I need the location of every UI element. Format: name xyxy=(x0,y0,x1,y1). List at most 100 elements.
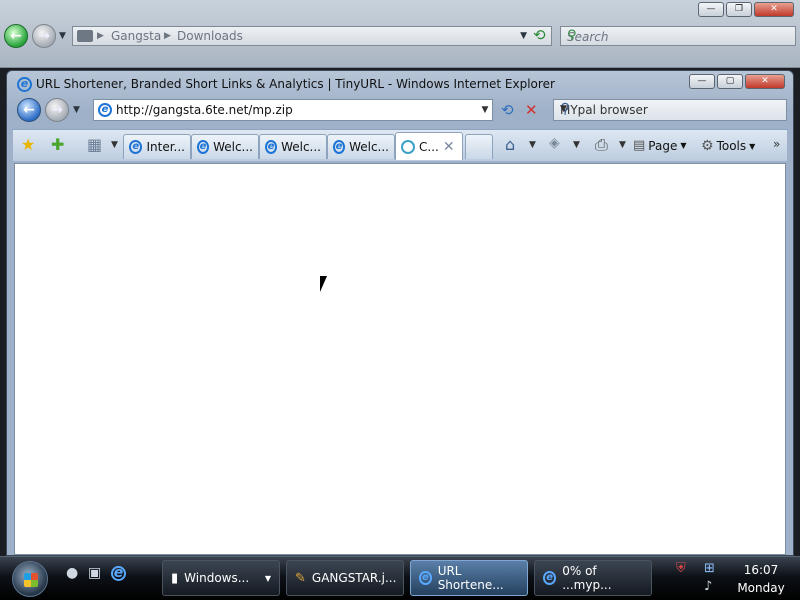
window-title: URL Shortener, Branded Short Links & Ana… xyxy=(36,77,555,91)
mouse-cursor-icon xyxy=(320,276,334,292)
ie-logo-icon: e xyxy=(543,571,557,585)
breadcrumb-separator-icon: ▶ xyxy=(97,31,104,41)
tab-welcome-3[interactable]: e Welc... xyxy=(327,134,395,159)
tab-label: Welc... xyxy=(349,140,389,154)
explorer-forward-button[interactable]: → xyxy=(32,24,56,48)
search-icon[interactable]: ⚲ xyxy=(567,28,789,43)
task-gangstar[interactable]: ✎ GANGSTAR.j... xyxy=(286,560,404,596)
tab-active-loading[interactable]: C... ✕ xyxy=(395,132,463,160)
tab-label: Inter... xyxy=(146,140,185,154)
breadcrumb-gangsta[interactable]: Gangsta xyxy=(111,29,161,43)
home-chevron-icon[interactable]: ▼ xyxy=(529,140,536,150)
tab-label: Welc... xyxy=(213,140,253,154)
ie-quicklaunch-icon[interactable]: e xyxy=(111,566,126,581)
explorer-address-bar[interactable]: ▶ Gangsta ▶ Downloads ▼ xyxy=(72,26,552,46)
ie-window: e URL Shortener, Branded Short Links & A… xyxy=(6,70,794,556)
tab-toolbar: ★ ✚ ▦ ▼ e Inter... e Welc... e Welc... e… xyxy=(13,129,787,161)
ie-logo-icon: e xyxy=(419,571,432,585)
start-button[interactable] xyxy=(12,561,48,597)
ie-back-button[interactable]: ← xyxy=(17,98,41,122)
feeds-chevron-icon[interactable]: ▼ xyxy=(573,140,580,150)
page-icon: ▤ xyxy=(633,138,646,153)
task-download-progress[interactable]: e 0% of ...myp... xyxy=(534,560,652,596)
address-dropdown-icon[interactable]: ▼ xyxy=(520,31,527,41)
task-label: 0% of ...myp... xyxy=(562,564,612,592)
breadcrumb-separator-icon: ▶ xyxy=(164,31,171,41)
tab-internet[interactable]: e Inter... xyxy=(123,134,191,159)
page-content[interactable] xyxy=(14,163,786,555)
search-options-icon[interactable]: ▼ xyxy=(560,104,783,114)
tab-welcome-1[interactable]: e Welc... xyxy=(191,134,259,159)
explorer-history-chevron-icon[interactable]: ▼ xyxy=(59,31,66,41)
tab-label: C... xyxy=(419,139,439,154)
refresh-icon[interactable]: ⟲ xyxy=(533,26,546,44)
ie-forward-button[interactable]: → xyxy=(45,98,69,122)
tab-ie-icon: e xyxy=(197,140,210,154)
ie-title-bar: e URL Shortener, Branded Short Links & A… xyxy=(17,76,555,92)
folder-icon xyxy=(77,30,93,42)
favorites-star-icon[interactable]: ★ xyxy=(21,135,35,154)
explorer-search-box[interactable]: Search ⚲ xyxy=(560,26,796,46)
print-chevron-icon[interactable]: ▼ xyxy=(619,140,626,150)
system-clock[interactable]: 16:07 Monday xyxy=(730,561,792,597)
home-icon[interactable]: ⌂ xyxy=(505,135,515,154)
show-desktop-icon[interactable]: ● xyxy=(66,565,78,581)
chevron-down-icon: ▼ xyxy=(749,141,756,151)
print-icon[interactable]: ⎙ xyxy=(595,135,608,155)
image-file-icon: ✎ xyxy=(295,570,306,586)
explorer-nav-bar: ← → ▼ ▶ Gangsta ▶ Downloads ▼ ⟲ Search ⚲ xyxy=(0,22,800,50)
explorer-minimize-button[interactable]: — xyxy=(698,2,724,17)
tab-welcome-2[interactable]: e Welc... xyxy=(259,134,327,159)
breadcrumb-downloads[interactable]: Downloads xyxy=(177,29,243,43)
task-label: URL Shortene... xyxy=(437,564,504,592)
quick-tabs-icon[interactable]: ▦ xyxy=(87,135,102,154)
clock-day: Monday xyxy=(737,581,785,595)
address-bar[interactable]: e http://gangsta.6te.net/mp.zip ▼ xyxy=(93,99,493,121)
explorer-close-button[interactable]: ✕ xyxy=(754,2,794,17)
tab-ie-icon: e xyxy=(129,140,143,154)
stop-icon[interactable]: ✕ xyxy=(525,101,538,119)
tools-menu-label: Tools xyxy=(716,139,747,153)
feeds-icon[interactable]: ◈ xyxy=(549,135,560,151)
task-label: Windows... xyxy=(184,571,250,585)
ie-caption-buttons: — ▢ ✕ xyxy=(689,74,785,89)
ie-minimize-button[interactable]: — xyxy=(689,74,715,89)
ie-logo-icon: e xyxy=(17,76,32,92)
tab-label: Welc... xyxy=(281,140,321,154)
ie-maximize-button[interactable]: ▢ xyxy=(717,74,743,89)
chevron-down-icon: ▼ xyxy=(680,141,687,150)
loading-spinner-icon xyxy=(401,139,415,154)
tools-menu[interactable]: ⚙ Tools ▼ xyxy=(701,138,755,154)
address-input[interactable]: http://gangsta.6te.net/mp.zip xyxy=(116,103,478,117)
task-url-shortener[interactable]: e URL Shortene... xyxy=(410,560,528,596)
close-tab-icon[interactable]: ✕ xyxy=(443,139,455,155)
explorer-caption-buttons: — ❐ ✕ xyxy=(698,2,794,17)
page-ie-icon: e xyxy=(98,103,112,117)
add-favorites-icon[interactable]: ✚ xyxy=(51,135,64,154)
search-box[interactable]: MYpal browser ⚲ ▼ xyxy=(553,99,787,121)
tab-ie-icon: e xyxy=(333,140,346,154)
clock-time: 16:07 xyxy=(743,563,779,577)
new-tab-button[interactable] xyxy=(465,134,493,159)
explorer-maximize-button[interactable]: ❐ xyxy=(726,2,752,17)
gear-icon: ⚙ xyxy=(701,138,714,154)
network-icon[interactable]: ⊞ xyxy=(704,561,715,576)
ie-close-button[interactable]: ✕ xyxy=(745,74,785,89)
explorer-back-button[interactable]: ← xyxy=(4,24,28,48)
ie-navigation-bar: ← → ▼ e http://gangsta.6te.net/mp.zip ▼ … xyxy=(13,97,787,125)
task-windows-explorer[interactable]: ▮ Windows... ▼ xyxy=(162,560,280,596)
volume-muted-icon[interactable]: ♪ xyxy=(704,579,712,594)
switch-windows-icon[interactable]: ▣ xyxy=(88,565,101,581)
tab-list-chevron-icon[interactable]: ▼ xyxy=(111,140,118,150)
taskbar: ● ▣ e ▮ Windows... ▼ ✎ GANGSTAR.j... e U… xyxy=(0,556,800,600)
security-alert-icon[interactable]: ⛨ xyxy=(676,561,686,576)
recent-pages-chevron-icon[interactable]: ▼ xyxy=(73,105,80,115)
more-tools-icon[interactable]: » xyxy=(773,137,780,151)
page-menu-label: Page xyxy=(648,138,678,153)
refresh-icon[interactable]: ⟲ xyxy=(501,101,514,119)
folder-icon: ▮ xyxy=(171,570,179,586)
address-dropdown-icon[interactable]: ▼ xyxy=(478,105,492,115)
page-menu[interactable]: ▤ Page ▼ xyxy=(633,138,687,153)
tab-ie-icon: e xyxy=(265,140,278,154)
task-label: GANGSTAR.j... xyxy=(311,571,397,585)
